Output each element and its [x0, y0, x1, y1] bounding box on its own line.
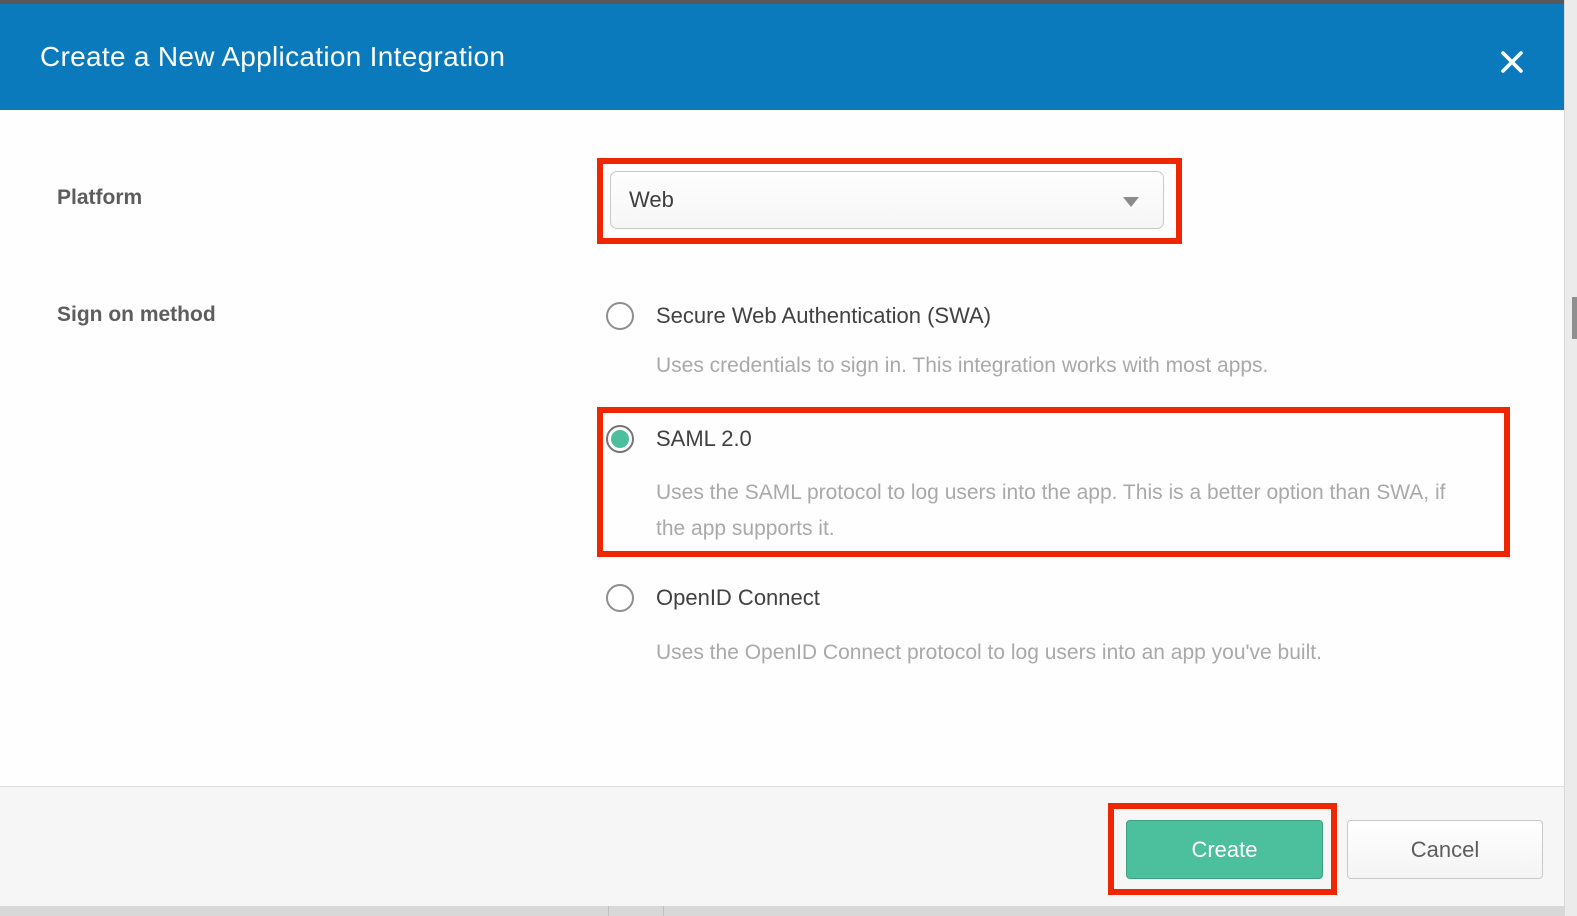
cancel-button[interactable]: Cancel [1347, 820, 1543, 879]
radio-saml[interactable] [606, 425, 634, 453]
modal-footer [0, 786, 1564, 906]
create-button[interactable]: Create [1126, 820, 1323, 879]
close-icon[interactable] [1494, 44, 1530, 80]
radio-swa[interactable] [606, 302, 634, 330]
modal-title: Create a New Application Integration [40, 4, 505, 110]
radio-swa-label[interactable]: Secure Web Authentication (SWA) [656, 302, 991, 330]
scrollbar-thumb[interactable] [1572, 297, 1577, 339]
page-scrollbar[interactable] [1564, 0, 1577, 916]
divider [608, 906, 609, 916]
radio-swa-description: Uses credentials to sign in. This integr… [656, 353, 1268, 379]
radio-saml-label[interactable]: SAML 2.0 [656, 425, 752, 453]
radio-openid-label[interactable]: OpenID Connect [656, 584, 820, 612]
radio-openid-description: Uses the OpenID Connect protocol to log … [656, 640, 1322, 666]
platform-label: Platform [57, 186, 142, 210]
sign-on-method-label: Sign on method [57, 303, 216, 327]
platform-selected-value: Web [629, 187, 674, 213]
platform-dropdown[interactable]: Web [610, 171, 1164, 229]
radio-openid[interactable] [606, 584, 634, 612]
modal-header: Create a New Application Integration [0, 4, 1564, 110]
radio-saml-description: Uses the SAML protocol to log users into… [656, 475, 1468, 547]
chevron-down-icon [1123, 197, 1139, 207]
bottom-page-edge [0, 906, 1564, 916]
divider [663, 906, 664, 916]
create-application-modal: Create a New Application Integration Pla… [0, 0, 1577, 916]
